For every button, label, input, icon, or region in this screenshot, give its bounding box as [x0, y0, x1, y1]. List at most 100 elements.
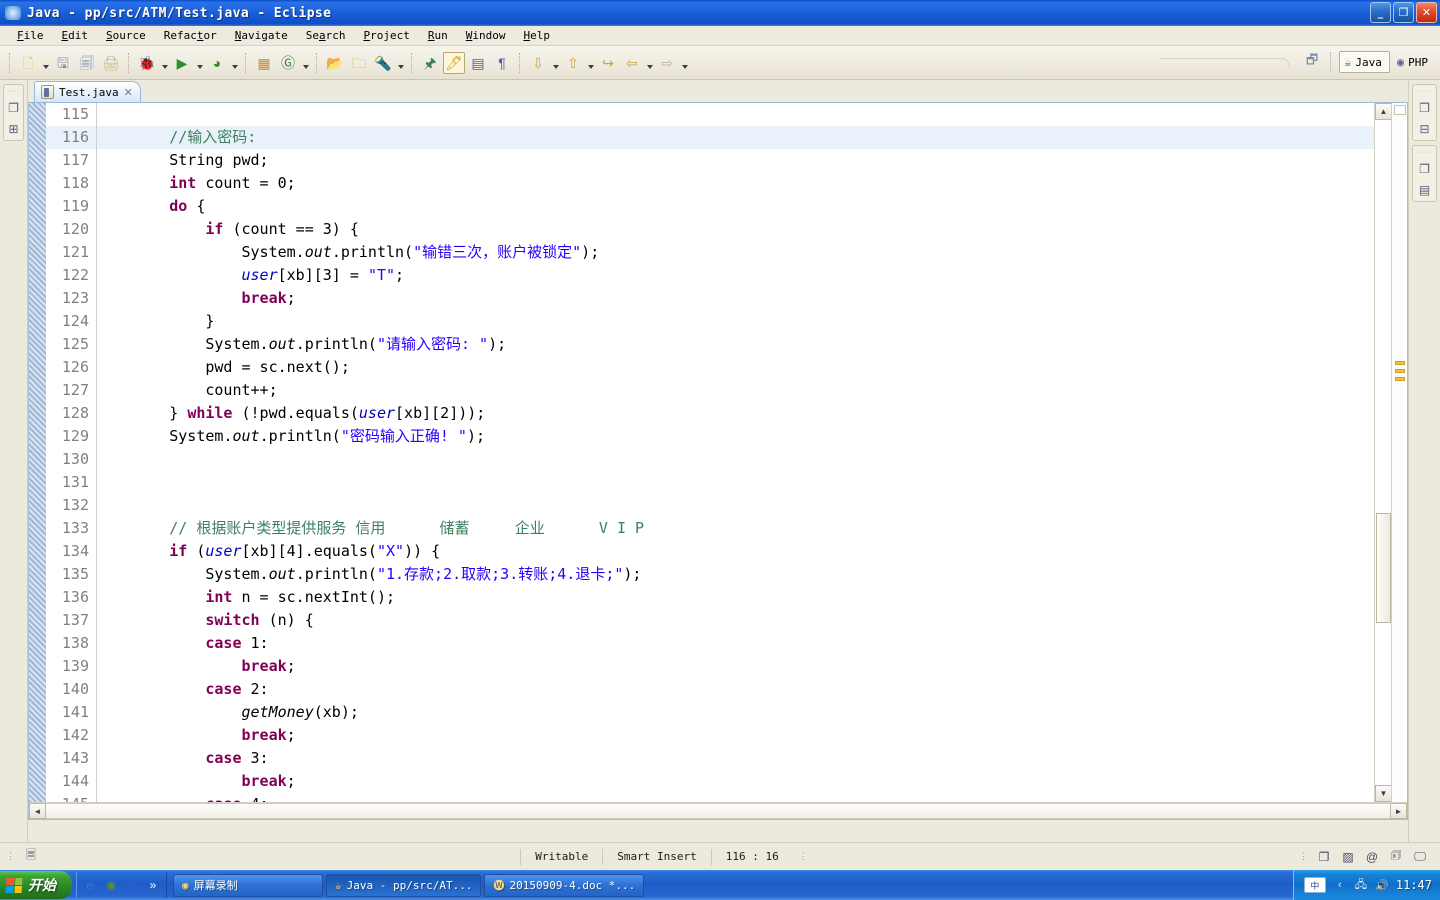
new-java-package-button[interactable]: ▦ — [253, 52, 275, 74]
menu-run[interactable]: Run — [419, 27, 457, 44]
taskbar-item[interactable]: ◉ 屏幕录制 — [173, 873, 323, 897]
code-line[interactable]: case 2: — [97, 678, 1374, 701]
code-line[interactable]: switch (n) { — [97, 609, 1374, 632]
scroll-up-button[interactable]: ▲ — [1375, 103, 1392, 120]
external-tools-button[interactable]: ◕ — [206, 52, 228, 74]
menu-edit[interactable]: Edit — [53, 27, 98, 44]
restore-icon[interactable]: ❐ — [1314, 848, 1334, 866]
back-dropdown-arrow[interactable] — [644, 52, 655, 74]
clock[interactable]: 11:47 — [1396, 878, 1432, 892]
restore-button[interactable]: ❐ — [1393, 2, 1414, 23]
menu-navigate[interactable]: Navigate — [226, 27, 297, 44]
editor-tab-test-java[interactable]: Test.java ✕ — [34, 81, 141, 102]
monitor-icon[interactable]: 🖵 — [1410, 848, 1430, 866]
start-button[interactable]: 开始 — [0, 871, 72, 899]
new-wizard-button[interactable]: 🗋 — [17, 52, 39, 74]
drag-handle[interactable]: ···· — [1418, 88, 1431, 95]
show-whitespace-button[interactable]: ▤ — [467, 52, 489, 74]
code-line[interactable]: if (user[xb][4].equals("X")) { — [97, 540, 1374, 563]
warning-marker[interactable] — [1395, 361, 1405, 365]
last-edit-location-button[interactable]: ↪ — [597, 52, 619, 74]
next-annotation-button[interactable]: ⇩ — [527, 52, 549, 74]
code-line[interactable]: break; — [97, 655, 1374, 678]
horizontal-scroll-track[interactable] — [46, 803, 1390, 819]
show-pilcrow-button[interactable]: ¶ — [491, 52, 513, 74]
code-line[interactable]: } while (!pwd.equals(user[xb][2])); — [97, 402, 1374, 425]
drag-handle[interactable]: ···· — [7, 88, 20, 95]
forward-button[interactable]: ⇨ — [656, 52, 678, 74]
package-explorer-icon[interactable]: ⊞ — [5, 120, 23, 137]
code-line[interactable]: // 根据账户类型提供服务 信用 储蓄 企业 V I P — [97, 517, 1374, 540]
code-line[interactable] — [97, 471, 1374, 494]
code-line[interactable]: user[xb][3] = "T"; — [97, 264, 1374, 287]
outline-icon[interactable]: ⊟ — [1416, 120, 1434, 137]
scroll-left-button[interactable]: ◄ — [29, 803, 46, 819]
volume-icon[interactable]: 🔊 — [1374, 877, 1390, 893]
code-line[interactable]: break; — [97, 287, 1374, 310]
save-button[interactable]: 🖫 — [52, 52, 74, 74]
menu-file[interactable]: File — [8, 27, 53, 44]
ime-indicator-icon[interactable]: 中 — [1303, 877, 1326, 893]
code-line[interactable]: System.out.println("1.存款;2.取款;3.转账;4.退卡;… — [97, 563, 1374, 586]
mail-icon[interactable]: @ — [1362, 848, 1382, 866]
internet-explorer-icon[interactable]: ℮ — [81, 876, 99, 894]
toggle-block-selection-button[interactable]: 🖊 — [443, 51, 465, 74]
media-icon[interactable]: ◉ — [102, 876, 120, 894]
debug-button[interactable]: 🐞 — [136, 52, 158, 74]
code-line[interactable]: do { — [97, 195, 1374, 218]
edit-doc-icon[interactable]: 🗊 — [1386, 848, 1406, 866]
restore-icon[interactable]: ❐ — [1416, 160, 1434, 177]
code-line[interactable]: case 1: — [97, 632, 1374, 655]
back-button[interactable]: ⇦ — [621, 52, 643, 74]
previous-annotation-dropdown-arrow[interactable] — [585, 52, 596, 74]
save-all-button[interactable]: 🗐 — [76, 52, 98, 74]
close-button[interactable]: ✕ — [1416, 2, 1437, 23]
previous-annotation-button[interactable]: ⇧ — [562, 52, 584, 74]
new-java-class-dropdown-arrow[interactable] — [300, 52, 311, 74]
perspective-java[interactable]: ☕ Java — [1339, 51, 1390, 73]
menu-search[interactable]: Search — [297, 27, 355, 44]
code-line[interactable]: System.out.println("请输入密码: "); — [97, 333, 1374, 356]
print-button[interactable]: 🖨 — [100, 52, 122, 74]
search-dropdown-arrow[interactable] — [395, 52, 406, 74]
menu-help[interactable]: Help — [514, 27, 559, 44]
source-code[interactable]: //输入密码: String pwd; int count = 0; do { … — [97, 103, 1374, 819]
run-dropdown-arrow[interactable] — [194, 52, 205, 74]
code-line[interactable]: pwd = sc.next(); — [97, 356, 1374, 379]
overview-ruler[interactable] — [1391, 103, 1407, 819]
code-line[interactable]: //输入密码: — [97, 126, 1374, 149]
debug-dropdown-arrow[interactable] — [159, 52, 170, 74]
code-line[interactable]: break; — [97, 770, 1374, 793]
network-icon[interactable]: 🖧 — [1353, 877, 1369, 893]
vertical-scroll-thumb[interactable] — [1376, 513, 1391, 623]
marker-gutter[interactable] — [29, 103, 46, 819]
task-list-icon[interactable]: ▤ — [1416, 181, 1434, 198]
open-perspective-icon[interactable]: 🗗 — [1301, 51, 1323, 73]
scroll-down-button[interactable]: ▼ — [1375, 785, 1392, 802]
perspective-php[interactable]: ◉ PHP — [1392, 51, 1436, 73]
restore-icon[interactable]: ❐ — [1416, 99, 1434, 116]
code-line[interactable]: String pwd; — [97, 149, 1374, 172]
search-button[interactable]: 🔦 — [372, 52, 394, 74]
new-java-class-button[interactable]: Ⓖ — [277, 52, 299, 74]
menu-window[interactable]: Window — [457, 27, 515, 44]
code-line[interactable]: System.out.println("输错三次，账户被锁定"); — [97, 241, 1374, 264]
code-line[interactable]: break; — [97, 724, 1374, 747]
open-type-button[interactable]: 📂 — [324, 52, 346, 74]
code-line[interactable]: } — [97, 310, 1374, 333]
code-line[interactable] — [97, 103, 1374, 126]
restore-icon[interactable]: ❐ — [5, 99, 23, 116]
editor-vertical-scrollbar[interactable]: ▲ ▼ — [1374, 103, 1392, 819]
minimize-button[interactable]: _ — [1370, 2, 1391, 23]
problems-icon[interactable]: ▨ — [1338, 848, 1358, 866]
open-task-button[interactable]: 🗀 — [348, 52, 370, 74]
show-desktop-icon[interactable]: ▨ — [123, 876, 141, 894]
code-line[interactable]: int count = 0; — [97, 172, 1374, 195]
menu-refactor[interactable]: Refactor — [155, 27, 226, 44]
code-line[interactable]: count++; — [97, 379, 1374, 402]
next-annotation-dropdown-arrow[interactable] — [550, 52, 561, 74]
warning-marker[interactable] — [1395, 377, 1405, 381]
close-icon[interactable]: ✕ — [124, 86, 133, 99]
code-line[interactable]: case 3: — [97, 747, 1374, 770]
code-line[interactable]: int n = sc.nextInt(); — [97, 586, 1374, 609]
